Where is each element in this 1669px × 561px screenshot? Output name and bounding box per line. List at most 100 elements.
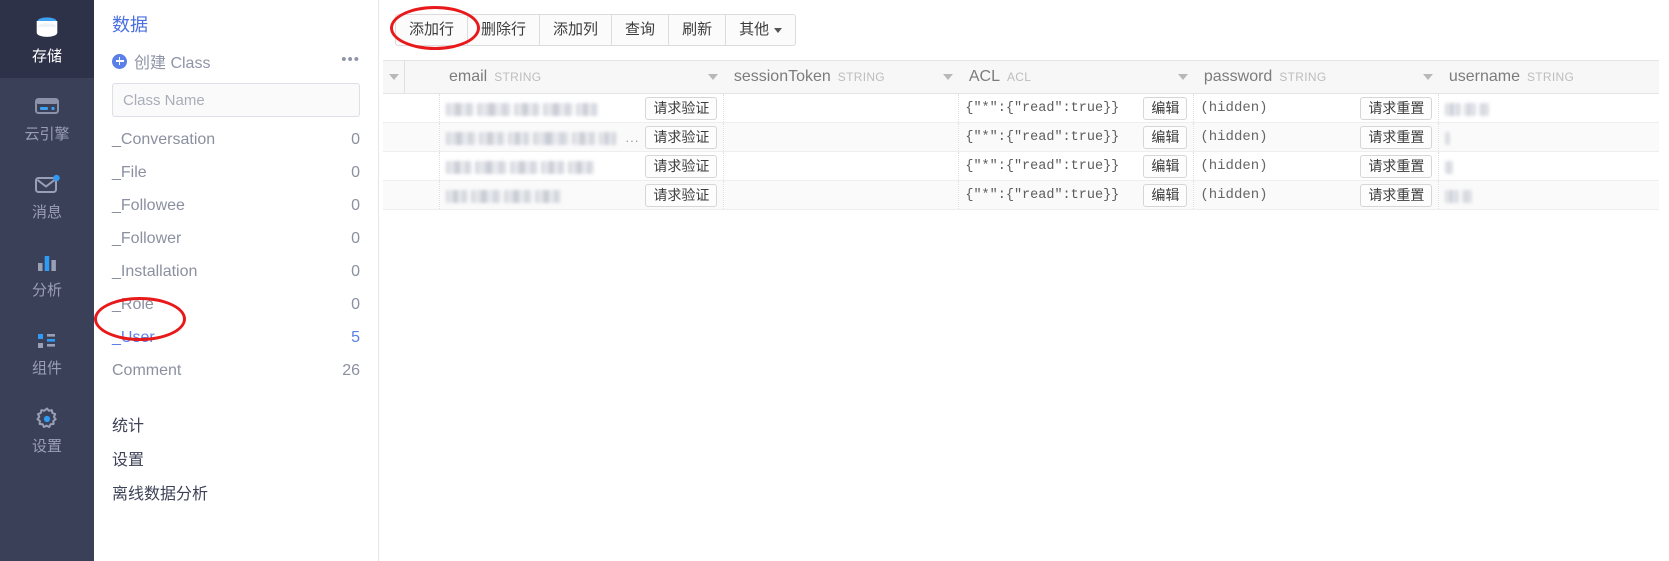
row-select-cell[interactable] xyxy=(383,151,440,181)
sidebar-link-statistics[interactable]: 统计 xyxy=(112,407,360,441)
table-row[interactable]: 请求验证 {"*":{"read":true}} 编辑 (hidden) 请求重置 xyxy=(383,93,1659,123)
gear-icon xyxy=(32,404,62,434)
server-icon xyxy=(32,92,62,122)
delete-row-button[interactable]: 删除行 xyxy=(468,14,541,46)
column-header-username[interactable]: username STRING xyxy=(1438,60,1659,94)
add-column-button[interactable]: 添加列 xyxy=(540,14,613,46)
sidebar-link-settings[interactable]: 设置 xyxy=(112,441,360,475)
table-header-row: email STRING sessionToken STRING ACL ACL… xyxy=(383,60,1659,94)
column-header-email[interactable]: email STRING xyxy=(439,60,724,94)
column-header-password[interactable]: password STRING xyxy=(1193,60,1439,94)
create-class-label: 创建 Class xyxy=(134,55,211,72)
cell-acl[interactable]: {"*":{"read":true}} 编辑 xyxy=(958,151,1195,181)
column-menu-caret-icon[interactable] xyxy=(383,61,405,93)
table-row[interactable]: 请求验证 {"*":{"read":true}} 编辑 (hidden) 请求重置 xyxy=(383,151,1659,181)
cell-username[interactable] xyxy=(1438,93,1659,123)
rail-item-settings[interactable]: 设置 xyxy=(0,390,94,468)
table-row[interactable]: ... 请求验证 {"*":{"read":true}} 编辑 (hidden) 请求重置 xyxy=(383,122,1659,152)
cell-session-token[interactable] xyxy=(723,93,960,123)
column-name: password xyxy=(1203,68,1273,85)
cell-email[interactable]: 请求验证 xyxy=(439,93,725,123)
class-name-input[interactable] xyxy=(112,83,360,117)
class-name: _Role xyxy=(112,295,154,313)
cell-password[interactable]: (hidden) 请求重置 xyxy=(1193,122,1440,152)
table-row[interactable]: 请求验证 {"*":{"read":true}} 编辑 (hidden) 请求重置 xyxy=(383,180,1659,210)
request-reset-button[interactable]: 请求重置 xyxy=(1360,125,1433,149)
row-select-cell[interactable] xyxy=(383,122,440,152)
cell-password[interactable]: (hidden) 请求重置 xyxy=(1193,93,1440,123)
column-type: ACL xyxy=(1006,70,1032,84)
column-menu-caret-icon[interactable] xyxy=(1172,61,1194,93)
refresh-button[interactable]: 刷新 xyxy=(669,14,727,46)
class-count: 26 xyxy=(342,361,360,379)
cell-username[interactable] xyxy=(1438,151,1659,181)
more-dropdown-button[interactable]: 其他 xyxy=(726,14,797,46)
request-reset-button[interactable]: 请求重置 xyxy=(1360,154,1433,178)
database-icon xyxy=(32,14,62,44)
add-row-button[interactable]: 添加行 xyxy=(395,14,469,46)
class-list-item-conversation[interactable]: _Conversation 0 xyxy=(112,123,360,156)
cell-acl[interactable]: {"*":{"read":true}} 编辑 xyxy=(958,93,1195,123)
rail-item-components[interactable]: 组件 xyxy=(0,312,94,390)
class-list-item-installation[interactable]: _Installation 0 xyxy=(112,255,360,288)
request-verification-button[interactable]: 请求验证 xyxy=(645,154,718,178)
sidebar-title-data[interactable]: 数据 xyxy=(112,14,360,36)
sidebar-link-offline-analysis[interactable]: 离线数据分析 xyxy=(112,475,360,509)
class-list-item-user[interactable]: _User 5 xyxy=(112,321,360,354)
class-name: _Installation xyxy=(112,262,198,280)
cell-username[interactable] xyxy=(1438,180,1659,210)
column-menu-caret-icon[interactable] xyxy=(1417,61,1439,93)
rail-item-analytics[interactable]: 分析 xyxy=(0,234,94,312)
class-count: 0 xyxy=(351,163,360,181)
rail-item-storage[interactable]: 存储 xyxy=(0,0,94,78)
column-header-acl[interactable]: ACL ACL xyxy=(958,60,1194,94)
cell-email[interactable]: 请求验证 xyxy=(439,151,725,181)
edit-acl-button[interactable]: 编辑 xyxy=(1143,154,1188,178)
class-list-item-role[interactable]: _Role 0 xyxy=(112,288,360,321)
more-options-icon[interactable]: ••• xyxy=(341,52,360,67)
class-list-item-comment[interactable]: Comment 26 xyxy=(112,354,360,387)
request-verification-button[interactable]: 请求验证 xyxy=(645,183,718,207)
query-button[interactable]: 查询 xyxy=(612,14,670,46)
column-menu-caret-icon[interactable] xyxy=(702,61,724,93)
cell-session-token[interactable] xyxy=(723,180,960,210)
cell-session-token[interactable] xyxy=(723,122,960,152)
column-menu-caret-icon[interactable] xyxy=(937,61,959,93)
class-list-item-follower[interactable]: _Follower 0 xyxy=(112,222,360,255)
cell-acl[interactable]: {"*":{"read":true}} 编辑 xyxy=(958,180,1195,210)
request-verification-button[interactable]: 请求验证 xyxy=(645,96,718,120)
rail-item-cloud-engine[interactable]: 云引擎 xyxy=(0,78,94,156)
cell-session-token[interactable] xyxy=(723,151,960,181)
class-list-item-followee[interactable]: _Followee 0 xyxy=(112,189,360,222)
column-type: STRING xyxy=(1279,70,1327,84)
cell-username[interactable] xyxy=(1438,122,1659,152)
column-name: sessionToken xyxy=(733,68,831,85)
cell-email[interactable]: ... 请求验证 xyxy=(439,122,725,152)
request-reset-button[interactable]: 请求重置 xyxy=(1360,183,1433,207)
chevron-down-icon xyxy=(774,27,783,33)
cell-password[interactable]: (hidden) 请求重置 xyxy=(1193,151,1440,181)
class-count: 0 xyxy=(351,130,360,148)
cell-acl[interactable]: {"*":{"read":true}} 编辑 xyxy=(958,122,1195,152)
password-value: (hidden) xyxy=(1200,187,1268,203)
main-content: 添加行 删除行 添加列 查询 刷新 其他 email STRING sessio… xyxy=(379,0,1669,561)
row-select-cell[interactable] xyxy=(383,93,440,123)
edit-acl-button[interactable]: 编辑 xyxy=(1143,125,1188,149)
row-select-cell[interactable] xyxy=(383,180,440,210)
rail-item-messages[interactable]: 消息 xyxy=(0,156,94,234)
create-class-row[interactable]: 创建 Class ••• xyxy=(112,48,360,74)
class-count: 0 xyxy=(351,196,360,214)
cell-password[interactable]: (hidden) 请求重置 xyxy=(1193,180,1440,210)
request-verification-button[interactable]: 请求验证 xyxy=(645,125,718,149)
cell-email[interactable]: 请求验证 xyxy=(439,180,725,210)
request-reset-button[interactable]: 请求重置 xyxy=(1360,96,1433,120)
class-list: _Conversation 0 _File 0 _Followee 0 _Fol… xyxy=(112,123,360,387)
class-list-item-file[interactable]: _File 0 xyxy=(112,156,360,189)
column-name: ACL xyxy=(968,68,1000,85)
more-dropdown-label: 其他 xyxy=(739,21,770,38)
column-header-sessiontoken[interactable]: sessionToken STRING xyxy=(723,60,959,94)
edit-acl-button[interactable]: 编辑 xyxy=(1143,96,1188,120)
redacted-username-value xyxy=(1445,129,1453,145)
edit-acl-button[interactable]: 编辑 xyxy=(1143,183,1188,207)
password-value: (hidden) xyxy=(1200,100,1268,116)
